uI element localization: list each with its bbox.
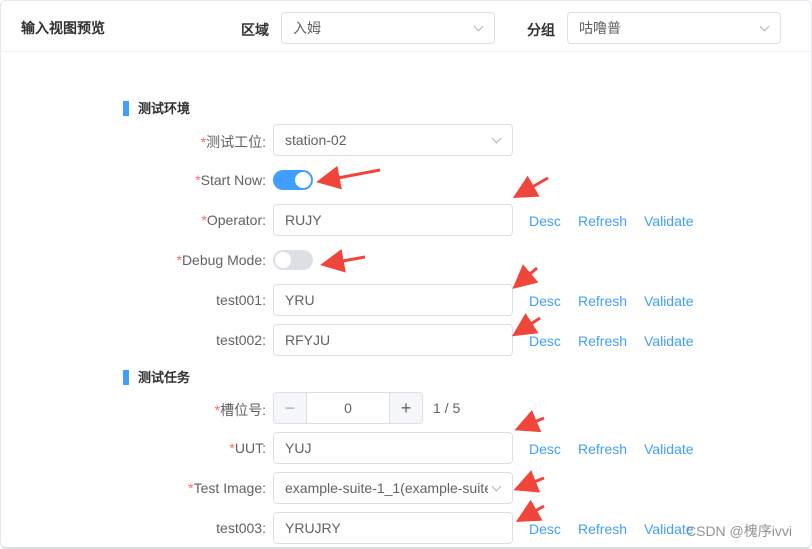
arrow-icon [512,264,539,289]
watermark: CSDN @槐序ivvi [686,523,792,539]
arrow-icon [320,249,366,273]
arrow-icon [515,499,545,522]
arrow-icon [514,410,545,433]
annotation-arrows [316,165,549,522]
arrow-icon [512,175,549,198]
arrow-icon [513,470,545,493]
arrow-icon [316,165,381,190]
arrow-icon [511,313,541,337]
